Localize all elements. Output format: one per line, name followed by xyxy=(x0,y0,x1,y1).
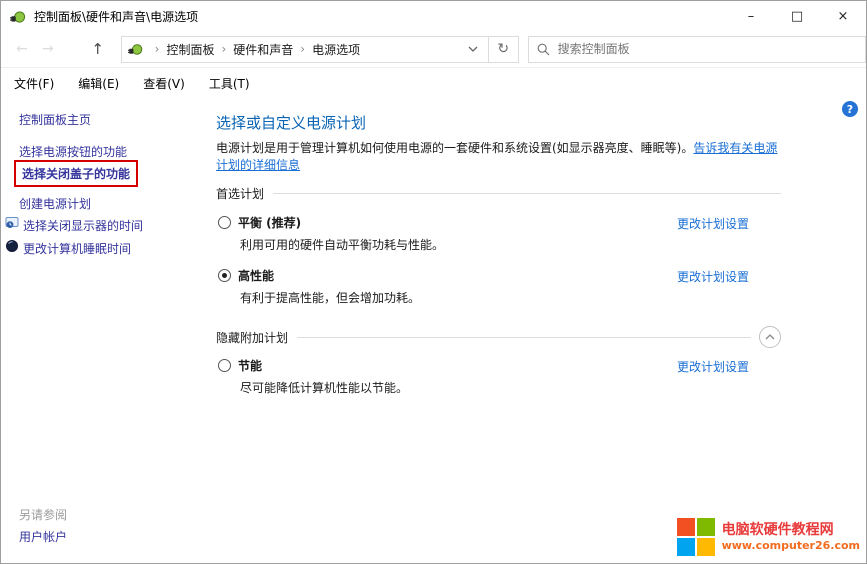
section-preferred-plans: 首选计划 xyxy=(216,185,781,201)
sidebar-item-control-panel-home[interactable]: 控制面板主页 xyxy=(19,111,91,128)
content-area: ? 控制面板主页 选择电源按钮的功能 选择关闭盖子的功能 创建电源计划 选择关闭… xyxy=(1,98,866,563)
change-plan-settings-link[interactable]: 更改计划设置 xyxy=(677,268,749,285)
section-label: 首选计划 xyxy=(216,185,264,202)
power-options-icon xyxy=(10,8,27,25)
section-hidden-plans: 隐藏附加计划 xyxy=(216,329,781,345)
change-plan-settings-link[interactable]: 更改计划设置 xyxy=(677,358,749,375)
titlebar: 控制面板\硬件和声音\电源选项 – □ × xyxy=(1,1,866,31)
chevron-up-icon xyxy=(765,334,775,340)
menu-file[interactable]: 文件(F) xyxy=(14,75,54,92)
maximize-button[interactable]: □ xyxy=(774,1,820,31)
description-text: 电源计划是用于管理计算机如何使用电源的一套硬件和系统设置(如显示器亮度、睡眠等)… xyxy=(216,141,693,155)
navigation-bar: ← → ↑ › 控制面板 › 硬件和声音 › 电源选项 ↻ xyxy=(1,31,866,68)
back-icon[interactable]: ← xyxy=(9,41,35,57)
sidebar-item-lid-close-highlighted[interactable]: 选择关闭盖子的功能 xyxy=(14,160,138,187)
address-dropdown-chevron-icon[interactable] xyxy=(464,46,482,52)
help-icon[interactable]: ? xyxy=(842,101,858,117)
plan-name[interactable]: 节能 xyxy=(238,357,262,374)
breadcrumb-control-panel[interactable]: 控制面板 xyxy=(166,41,214,58)
breadcrumb-separator: › xyxy=(221,42,226,56)
search-box[interactable] xyxy=(528,36,866,63)
section-divider xyxy=(273,193,781,194)
plan-row-power-saver: 节能 尽可能降低计算机性能以节能。 更改计划设置 xyxy=(216,357,781,396)
control-panel-window: 控制面板\硬件和声音\电源选项 – □ × ← → ↑ › 控制面板 › 硬件和… xyxy=(0,0,867,564)
section-divider xyxy=(297,337,751,338)
display-time-icon xyxy=(5,216,19,230)
close-button[interactable]: × xyxy=(820,1,866,31)
power-options-icon xyxy=(128,41,144,57)
watermark-site-name: 电脑软硬件教程网 xyxy=(722,521,860,539)
page-title: 选择或自定义电源计划 xyxy=(216,112,366,133)
radio-power-saver[interactable] xyxy=(218,359,231,372)
search-icon xyxy=(537,43,550,56)
breadcrumb-separator: › xyxy=(155,42,160,56)
window-controls: – □ × xyxy=(728,1,866,31)
sidebar-item-display-off-time[interactable]: 选择关闭显示器的时间 xyxy=(23,217,143,234)
sidebar-item-create-power-plan[interactable]: 创建电源计划 xyxy=(19,195,91,212)
breadcrumb-separator: › xyxy=(300,42,305,56)
see-also-header: 另请参阅 xyxy=(19,506,67,523)
search-input[interactable] xyxy=(558,42,857,56)
site-watermark: 电脑软硬件教程网 www.computer26.com xyxy=(677,518,860,556)
minimize-button[interactable]: – xyxy=(728,1,774,31)
plan-name[interactable]: 高性能 xyxy=(238,267,274,284)
plan-description: 尽可能降低计算机性能以节能。 xyxy=(240,379,781,396)
menu-edit[interactable]: 编辑(E) xyxy=(78,75,119,92)
sleep-icon xyxy=(5,239,19,253)
menu-bar: 文件(F) 编辑(E) 查看(V) 工具(T) xyxy=(1,69,866,98)
plan-row-balanced: 平衡 (推荐) 利用可用的硬件自动平衡功耗与性能。 更改计划设置 xyxy=(216,214,781,253)
plan-description: 利用可用的硬件自动平衡功耗与性能。 xyxy=(240,236,781,253)
menu-view[interactable]: 查看(V) xyxy=(143,75,185,92)
plan-name[interactable]: 平衡 (推荐) xyxy=(238,214,301,231)
windows-logo-icon xyxy=(677,518,715,556)
address-bar[interactable]: › 控制面板 › 硬件和声音 › 电源选项 xyxy=(121,36,489,63)
sidebar-item-sleep-time[interactable]: 更改计算机睡眠时间 xyxy=(23,240,131,257)
section-label: 隐藏附加计划 xyxy=(216,329,288,346)
plan-row-high-performance: 高性能 有利于提高性能，但会增加功耗。 更改计划设置 xyxy=(216,267,781,306)
change-plan-settings-link[interactable]: 更改计划设置 xyxy=(677,215,749,232)
radio-balanced[interactable] xyxy=(218,216,231,229)
page-description: 电源计划是用于管理计算机如何使用电源的一套硬件和系统设置(如显示器亮度、睡眠等)… xyxy=(216,140,778,174)
breadcrumb-power-options[interactable]: 电源选项 xyxy=(312,41,360,58)
plan-description: 有利于提高性能，但会增加功耗。 xyxy=(240,289,781,306)
menu-tools[interactable]: 工具(T) xyxy=(209,75,250,92)
breadcrumb-hardware-sound[interactable]: 硬件和声音 xyxy=(233,41,293,58)
sidebar-item-power-buttons[interactable]: 选择电源按钮的功能 xyxy=(19,143,127,160)
refresh-icon[interactable]: ↻ xyxy=(489,36,519,63)
sidebar-item-user-accounts[interactable]: 用户帐户 xyxy=(19,528,67,545)
up-icon[interactable]: ↑ xyxy=(85,40,111,58)
forward-icon[interactable]: → xyxy=(35,41,61,57)
window-title: 控制面板\硬件和声音\电源选项 xyxy=(34,8,198,25)
radio-high-performance[interactable] xyxy=(218,269,231,282)
collapse-section-button[interactable] xyxy=(759,326,781,348)
watermark-site-url: www.computer26.com xyxy=(722,539,860,553)
